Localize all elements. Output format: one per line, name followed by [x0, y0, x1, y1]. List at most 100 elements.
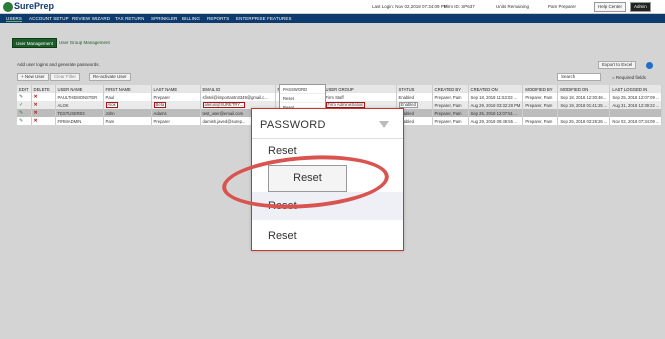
cell-last-name: Preparer: [151, 93, 201, 101]
cell-first-name: John: [103, 109, 152, 117]
cancel-icon[interactable]: ✕: [34, 102, 38, 108]
units-remaining-dropdown[interactable]: Units Remaining: [496, 4, 529, 9]
cell-modified-on: Sep 18, 2018 12:30:46...: [557, 93, 611, 101]
col-status[interactable]: STATUS: [396, 85, 433, 93]
email-input[interactable]: alerus@SURETRY...: [202, 102, 246, 108]
col-modified-on[interactable]: MODIFIED ON: [557, 85, 611, 93]
delete-icon[interactable]: ✕: [34, 118, 38, 124]
table-header-row: EDIT DELETE USER NAME FIRST NAME LAST NA…: [17, 85, 663, 93]
password-column-header: PASSWORD: [252, 109, 403, 139]
logo-text: SurePrep: [14, 1, 55, 11]
save-icon[interactable]: ✓: [19, 102, 23, 108]
cell-user-name: TESTUSER03: [55, 109, 104, 117]
filter-icon[interactable]: [379, 121, 389, 128]
cell-last-name: Beta: [151, 101, 201, 109]
reactivate-user-button[interactable]: Re-activate User: [89, 73, 131, 81]
logo-icon: [3, 1, 13, 12]
cell-last-name: Preparer: [151, 117, 201, 125]
cell-user-name: ALOK: [55, 101, 104, 109]
cell-user-group: Firm Staff: [323, 93, 397, 101]
col-last-logged-in[interactable]: LAST LOGGED IN: [609, 85, 663, 93]
pencil-icon[interactable]: ✎: [19, 94, 23, 100]
required-fields-note: = Required fields: [612, 75, 646, 80]
intro-text: Add user logins and generate passwords.: [17, 62, 100, 67]
cell-user-name: FIRMADMIN: [55, 117, 104, 125]
nav-sprinkler[interactable]: SPRINKLER: [151, 16, 177, 21]
pencil-icon[interactable]: ✎: [19, 118, 23, 124]
col-email-id[interactable]: EMAIL ID: [200, 85, 276, 93]
cell-modified-on: [557, 109, 611, 117]
nav-review-wizard[interactable]: REVIEW WIZARD: [72, 16, 110, 21]
col-created-by[interactable]: CREATED BY: [432, 85, 469, 93]
cell-last-logged-in: Nov 02, 2018 07:34:09 ...: [609, 117, 663, 125]
cell-created-by: Preparer, Pam: [432, 117, 469, 125]
cell-created-on: Sep 18, 2018 11:53:03 ...: [468, 93, 524, 101]
cell-created-on: Aug 29, 2018 09:49:55 ...: [468, 117, 524, 125]
edit-cell: ✎: [17, 109, 32, 117]
cell-modified-by: Preparer, Pam: [522, 117, 559, 125]
col-created-on[interactable]: CREATED ON: [468, 85, 524, 93]
firm-id: Firm ID: SP637: [444, 4, 475, 9]
nav-reports[interactable]: REPORTS: [207, 16, 229, 21]
cell-last-logged-in: [609, 109, 663, 117]
cell-modified-by: Preparer, Pam: [522, 101, 559, 109]
nav-users[interactable]: USERS: [6, 16, 23, 22]
admin-dropdown[interactable]: Admin: [630, 2, 651, 12]
cell-status: Enabled: [396, 93, 433, 101]
cell-first-name: Pam: [103, 117, 152, 125]
cell-user-name: PAULTHEMONSTER: [55, 93, 104, 101]
cell-modified-on: Sep 19, 2018 01:41:25 ...: [557, 101, 611, 109]
nav-account-setup[interactable]: ACCOUNT SETUP: [29, 16, 69, 21]
nav-billing[interactable]: BILLING: [182, 16, 200, 21]
cell-created-on: Aug 29, 2018 03:32:28 PM: [468, 101, 524, 109]
cell-created-by: Preparer, Pam: [432, 93, 469, 101]
tab-user-management[interactable]: User Management: [12, 38, 58, 48]
col-delete: DELETE: [31, 85, 56, 93]
delete-cell: ✕: [31, 109, 56, 117]
delete-cell: ✕: [31, 93, 56, 101]
cell-created-by: Preparer, Pam: [432, 109, 469, 117]
help-icon[interactable]: [646, 62, 653, 69]
reset-option[interactable]: Reset: [280, 94, 325, 103]
cell-first-name: Paul: [103, 93, 152, 101]
delete-cell: ✕: [31, 117, 56, 125]
cell-created-by: Preparer, Pam: [432, 101, 469, 109]
col-last-name[interactable]: LAST NAME: [151, 85, 201, 93]
nav-tax-return[interactable]: TAX RETURN: [115, 16, 144, 21]
delete-icon[interactable]: ✕: [34, 94, 38, 100]
clear-filter-button[interactable]: Clear Filter: [50, 73, 81, 81]
new-user-button[interactable]: + New User: [17, 73, 49, 81]
pencil-icon[interactable]: ✎: [19, 110, 23, 116]
cell-last-logged-in: Sep 25, 2018 12:07:09 ...: [609, 93, 663, 101]
help-center-button[interactable]: Help Center: [594, 2, 627, 12]
cell-last-logged-in: Aug 31, 2018 12:39:22 ...: [609, 101, 663, 109]
password-header-label: PASSWORD: [260, 119, 326, 131]
cell-last-name: Adams: [151, 109, 201, 117]
user-dropdown[interactable]: Pam Preparer: [548, 4, 576, 9]
cell-modified-by: Preparer, Pam: [522, 93, 559, 101]
table-row[interactable]: ✎ ✕ PAULTHEMONSTER Paul Preparer sfintel…: [17, 93, 663, 101]
edit-cell: ✎: [17, 117, 32, 125]
last-login: Last Login: Nov 02,2018 07:34:09 PM: [372, 4, 448, 9]
reset-option[interactable]: Reset: [252, 230, 403, 242]
sureprep-logo: SurePrep: [3, 1, 54, 12]
col-modified-by[interactable]: MODIFIED BY: [522, 85, 559, 93]
last-name-input[interactable]: Beta: [153, 102, 167, 108]
password-dropdown-header: PASSWORD: [280, 85, 325, 94]
col-user-name[interactable]: USER NAME: [55, 85, 104, 93]
nav-enterprise-features[interactable]: ENTERPRISE FEATURES: [236, 16, 292, 21]
search-input[interactable]: Search: [557, 73, 601, 81]
cell-first-name: Alok: [103, 101, 152, 109]
export-excel-button[interactable]: Export to Excel: [598, 61, 637, 69]
edit-cell: ✓: [17, 101, 32, 109]
first-name-input[interactable]: Alok: [105, 102, 118, 108]
delete-icon[interactable]: ✕: [34, 110, 38, 116]
col-user-group[interactable]: USER GROUP: [323, 85, 397, 93]
tab-user-group-management[interactable]: User Group Management: [56, 38, 113, 48]
main-nav: USERS ACCOUNT SETUP REVIEW WIZARD TAX RE…: [0, 14, 665, 23]
top-bar: SurePrep Last Login: Nov 02,2018 07:34:0…: [0, 0, 665, 14]
delete-cell: ✕: [31, 101, 56, 109]
col-first-name[interactable]: FIRST NAME: [103, 85, 152, 93]
cell-email: sfintel@importantn3349@gmail.c...: [200, 93, 276, 101]
cell-modified-by: [522, 109, 559, 117]
